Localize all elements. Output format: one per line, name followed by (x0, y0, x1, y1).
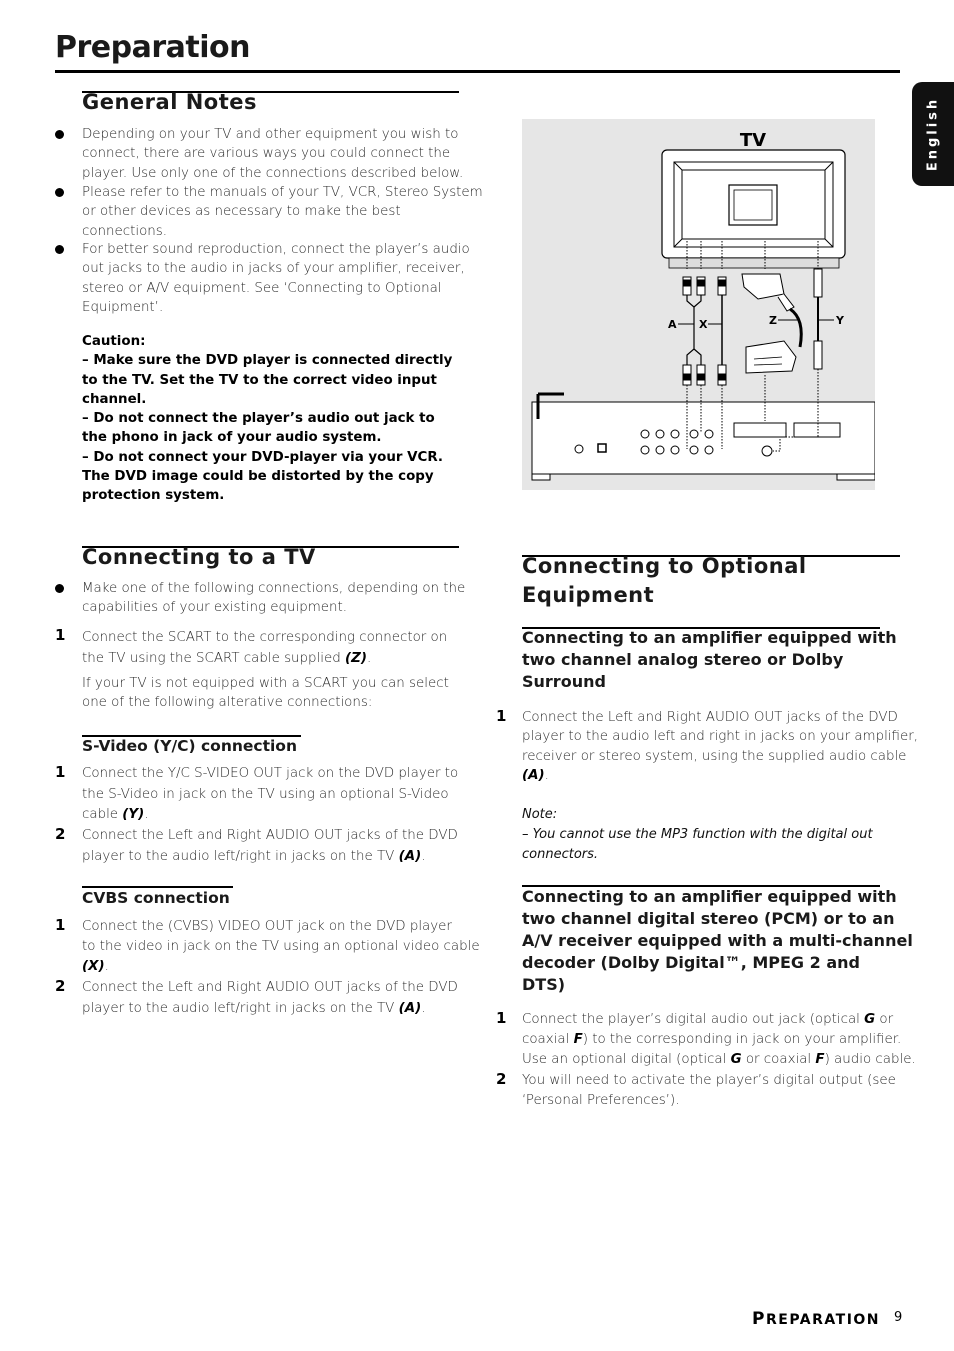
step-text: Connect the Left and Right AUDIO OUT jac… (522, 710, 918, 783)
cable-label-z: Z (769, 314, 777, 327)
general-notes-heading: General Notes (82, 90, 257, 114)
step-text: Connect the Left and Right AUDIO OUT jac… (82, 980, 458, 1016)
cable-label-a: A (668, 318, 677, 331)
connection-diagram: TV A X Z Y (522, 119, 875, 490)
caution-label: Caution: (82, 334, 146, 349)
cable-label-x: X (699, 318, 708, 331)
footer-section-label: PREPARATION (752, 1309, 881, 1329)
bullet-icon (55, 584, 64, 593)
step-number: 2 (55, 825, 66, 843)
step-number: 2 (496, 1070, 507, 1088)
page-number: 9 (894, 1310, 903, 1325)
optional-equipment-heading: Connecting to Optional Equipment (522, 554, 807, 607)
connecting-tv-heading: Connecting to a TV (82, 545, 316, 569)
note-label: Note: (522, 807, 558, 822)
cable-label-y: Y (835, 314, 845, 327)
step-text: You will need to activate the player’s d… (522, 1073, 896, 1108)
list-item: For better sound reproduction, connect t… (82, 242, 470, 315)
step-text: Connect the player’s digital audio out j… (522, 1012, 916, 1067)
step-text: Connect the (CVBS) VIDEO OUT jack on the… (82, 919, 480, 974)
language-tab-label: English (925, 96, 941, 172)
step-number: 1 (55, 763, 66, 781)
list-item: Make one of the following connections, d… (82, 581, 466, 616)
analog-amplifier-heading: Connecting to an amplifier equipped with… (522, 628, 897, 691)
list-item: Please refer to the manuals of your TV, … (82, 185, 483, 239)
video-cable-x (717, 276, 727, 386)
step-number: 2 (55, 977, 66, 995)
step-number: 1 (55, 626, 66, 644)
bullet-icon (55, 245, 64, 254)
step-text: Connect the Left and Right AUDIO OUT jac… (82, 828, 458, 864)
step-text: Connect the SCART to the corresponding c… (82, 630, 448, 666)
page-title: Preparation (55, 30, 250, 65)
list-item: Depending on your TV and other equipment… (82, 127, 464, 181)
alt-connections-text: If your TV is not equipped with a SCART … (82, 676, 449, 711)
cvbs-heading: CVBS connection (82, 889, 230, 907)
dvd-player-rear-panel (531, 392, 875, 481)
tv-label: TV (740, 130, 766, 151)
svideo-cable-y (813, 268, 823, 370)
note-block: Note: – You cannot use the MP3 function … (522, 807, 873, 862)
digital-amplifier-heading: Connecting to an amplifier equipped with… (522, 887, 913, 994)
diagram-svg: TV A X Z Y (531, 130, 875, 481)
language-tab: English (912, 82, 954, 186)
step-text: Connect the Y/C S-VIDEO OUT jack on the … (82, 766, 459, 822)
caution-block: Caution: – Make sure the DVD player is c… (82, 334, 453, 504)
step-number: 1 (496, 1009, 507, 1027)
svideo-heading: S-Video (Y/C) connection (82, 737, 297, 755)
audio-cable-a (682, 276, 706, 386)
bullet-icon (55, 188, 64, 197)
step-number: 1 (55, 916, 66, 934)
step-number: 1 (496, 707, 507, 725)
title-rule (55, 70, 900, 73)
bullet-icon (55, 130, 64, 139)
